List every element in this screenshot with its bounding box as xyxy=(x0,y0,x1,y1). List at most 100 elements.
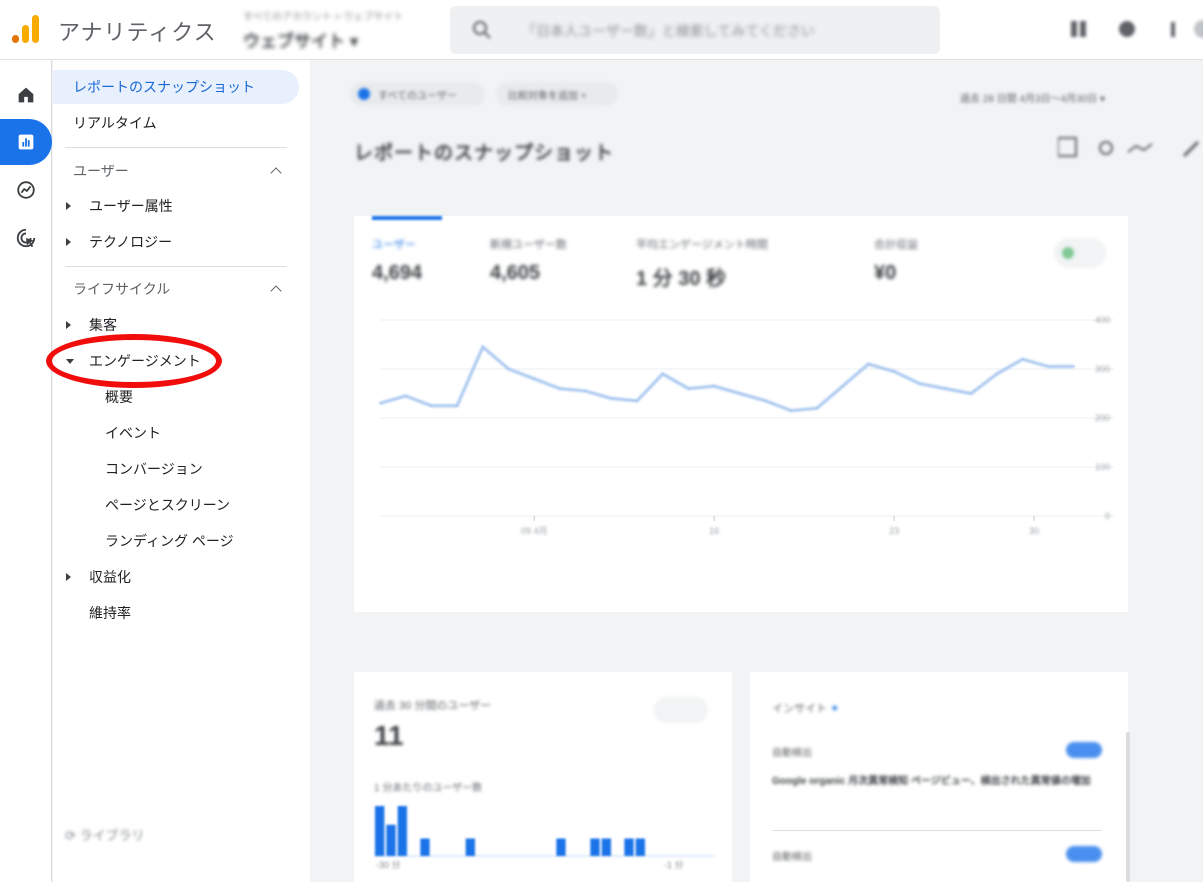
mini-bar xyxy=(375,806,385,856)
data-point xyxy=(996,373,998,375)
data-point xyxy=(610,397,613,400)
data-point xyxy=(944,387,947,390)
insights-badge-icon: ✦ xyxy=(830,703,840,715)
data-point xyxy=(430,404,433,407)
nav-retention[interactable]: 維持率 xyxy=(53,596,310,630)
y-tick-label: 300 xyxy=(1095,364,1110,374)
left-rail xyxy=(0,60,52,882)
data-point xyxy=(482,346,484,348)
data-point xyxy=(918,382,921,385)
chevron-up-icon xyxy=(270,285,282,297)
account-picker[interactable]: すべてのアカウント > ウェブサイト ウェブサイト ▾ xyxy=(243,8,439,54)
mini-bar xyxy=(420,838,430,856)
nav-snapshot-label: レポートのスナップショット xyxy=(73,79,255,95)
rail-explore[interactable] xyxy=(0,167,52,213)
ads-cursor-icon xyxy=(16,228,36,248)
data-point xyxy=(713,385,715,387)
insight-head: 自動検出 xyxy=(772,748,812,759)
nav-monetization[interactable]: 収益化 xyxy=(53,560,310,594)
nav-engagement-conversions-label: コンバージョン xyxy=(105,461,203,477)
nav-section-user[interactable]: ユーザー xyxy=(53,154,310,188)
data-point xyxy=(764,400,767,402)
nav-user-attributes-label: ユーザー属性 xyxy=(89,198,173,214)
data-point xyxy=(1073,365,1075,368)
nav-monetization-label: 収益化 xyxy=(89,569,131,585)
chevron-up-icon xyxy=(270,167,282,179)
caret-right-icon xyxy=(66,321,71,329)
page-title: レポートのスナップショット xyxy=(354,143,615,164)
insight-item[interactable]: 自動検出 xyxy=(772,846,1102,863)
realtime-sublabel: 1 分あたりのユーザー数 xyxy=(374,783,483,794)
mini-bar xyxy=(386,824,396,856)
nav-section-lifecycle-label: ライフサイクル xyxy=(73,281,171,297)
metric-value: 4,605 xyxy=(490,262,541,284)
caret-right-icon xyxy=(66,573,71,581)
metric-value: ¥0 xyxy=(874,262,897,284)
realtime-insight-button[interactable] xyxy=(654,697,708,723)
mini-bar xyxy=(397,806,407,856)
nav-engagement-landing-label: ランディング ページ xyxy=(105,533,234,549)
nav-technology[interactable]: テクノロジー xyxy=(53,225,310,259)
analytics-logo[interactable] xyxy=(12,14,40,44)
sparkle-icon xyxy=(1062,247,1074,259)
data-point xyxy=(841,385,844,387)
nav-realtime[interactable]: リアルタイム xyxy=(53,106,310,140)
metric-label: 合計収益 xyxy=(874,239,918,251)
insight-item[interactable]: 自動検出 Google organic 月次異常検知 ページビュー、検出された異… xyxy=(772,742,1102,789)
nav-section-user-label: ユーザー xyxy=(73,163,129,179)
nav-engagement-events[interactable]: イベント xyxy=(53,416,310,450)
data-point xyxy=(404,395,407,397)
nav-engagement-landing[interactable]: ランディング ページ xyxy=(53,524,310,558)
nav-divider xyxy=(65,147,287,148)
insights-scrollbar[interactable] xyxy=(1126,732,1130,882)
nav-engagement-conversions[interactable]: コンバージョン xyxy=(53,452,310,486)
app-title: アナリティクス xyxy=(58,20,217,45)
data-point xyxy=(893,370,895,373)
rail-reports[interactable] xyxy=(0,119,52,165)
caret-right-icon xyxy=(66,202,71,210)
data-point xyxy=(739,392,741,395)
metric-tab-engagement-time[interactable]: 平均エンゲージメント時間 1 分 30 秒 xyxy=(636,236,768,291)
comparison-chip-all-users[interactable]: すべてのユーザー xyxy=(350,82,485,106)
metric-tab-users[interactable]: ユーザー 4,694 xyxy=(372,236,422,285)
nav-engagement-pages[interactable]: ページとスクリーン xyxy=(53,488,310,522)
data-point xyxy=(687,387,690,390)
nav-library[interactable]: ⟳ ライブラリ xyxy=(65,825,145,844)
metric-label: 新規ユーザー数 xyxy=(490,239,567,251)
realtime-card: 過去 30 分間のユーザー 11 1 分あたりのユーザー数 -30 分 -1 分 xyxy=(354,672,732,882)
insight-body: Google organic 月次異常検知 ページビュー、検出された異常値の増加 xyxy=(772,776,1091,787)
insight-toggle-button[interactable] xyxy=(1054,238,1106,268)
metric-label: 平均エンゲージメント時間 xyxy=(636,239,768,251)
nav-engagement-events-label: イベント xyxy=(105,425,161,441)
metric-tab-new-users[interactable]: 新規ユーザー数 4,605 xyxy=(490,236,567,285)
nav-snapshot[interactable]: レポートのスナップショット xyxy=(53,70,299,104)
add-comparison-chip[interactable]: 比較対象を追加 + xyxy=(496,82,618,106)
highlight-annotation-ring xyxy=(46,334,222,388)
search-bar[interactable]: 「日本人ユーザー数」と検索してみてください xyxy=(450,6,940,54)
home-icon xyxy=(18,87,34,103)
mini-bar xyxy=(601,838,611,856)
rail-advertising[interactable] xyxy=(0,215,52,261)
nav-section-lifecycle[interactable]: ライフサイクル xyxy=(53,272,310,306)
bar-chart-icon xyxy=(18,134,34,150)
account-avatar-icon[interactable] xyxy=(1192,18,1203,40)
mini-bar xyxy=(556,838,566,856)
apps-icon[interactable] xyxy=(1068,18,1090,40)
realtime-value: 11 xyxy=(374,720,404,751)
edit-icon xyxy=(1182,140,1200,158)
realtime-bar-chart xyxy=(374,806,714,857)
search-placeholder: 「日本人ユーザー数」と検索してみてください xyxy=(522,23,815,39)
nav-technology-label: テクノロジー xyxy=(89,234,173,250)
nav-engagement-overview[interactable]: 概要 xyxy=(53,380,310,414)
header-actions xyxy=(1068,18,1203,44)
nav-user-attributes[interactable]: ユーザー属性 xyxy=(53,189,310,223)
date-range-picker[interactable]: 過去 28 日間 4月3日～4月30日 ▾ xyxy=(960,90,1105,105)
nav-acquisition-label: 集客 xyxy=(89,317,117,333)
more-vert-icon[interactable] xyxy=(1162,18,1184,40)
rail-home[interactable] xyxy=(0,72,52,118)
data-point xyxy=(970,392,972,395)
help-icon[interactable] xyxy=(1116,18,1138,40)
y-tick-label: 200 xyxy=(1095,413,1110,423)
metric-tab-revenue[interactable]: 合計収益 ¥0 xyxy=(874,236,918,285)
data-point xyxy=(636,400,638,402)
